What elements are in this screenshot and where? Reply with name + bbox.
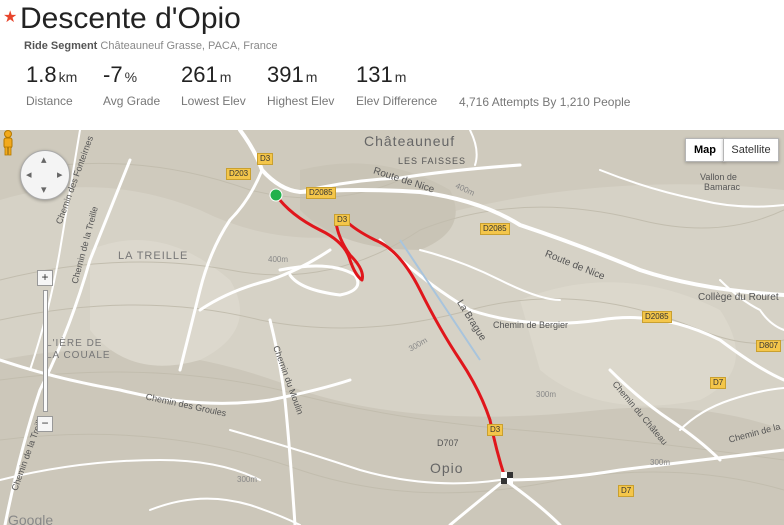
stat-unit: m [219, 69, 232, 85]
road-number: D807 [756, 340, 782, 352]
zoom-out-button[interactable]: − [37, 416, 53, 432]
segment-title: Descente d'Opio [20, 2, 241, 35]
place-label: Opio [430, 460, 464, 476]
place-label: LES FAISSES [398, 156, 467, 166]
stat-highest-elev: 391 m Highest Elev [267, 62, 334, 108]
road-number: D3 [257, 153, 274, 165]
road-number: D707 [437, 438, 459, 448]
place-label: Bamarac [704, 182, 741, 192]
road-number: D203 [226, 168, 252, 180]
google-logo[interactable]: Google [8, 512, 53, 525]
stat-avg-grade: -7% Avg Grade [103, 62, 160, 108]
pan-down-icon[interactable]: ▾ [41, 183, 47, 196]
place-label: Châteauneuf [364, 133, 456, 149]
road-number: D3 [334, 214, 351, 226]
contour-label: 300m [237, 475, 258, 484]
road-number: D2085 [306, 187, 336, 199]
zoom-slider[interactable] [43, 290, 48, 412]
map-type-map-button[interactable]: Map [685, 138, 725, 162]
pan-up-icon[interactable]: ▴ [41, 153, 47, 166]
segment-subtitle: Ride Segment Châteauneuf Grasse, PACA, F… [24, 40, 278, 52]
stat-value: -7 [103, 62, 123, 87]
stat-label: Lowest Elev [181, 94, 246, 108]
stat-label: Highest Elev [267, 94, 335, 108]
segment-header: ★ Descente d'Opio Ride Segment Châteaune… [0, 0, 784, 130]
stat-unit: m [394, 69, 407, 85]
segment-type: Ride Segment [24, 40, 98, 52]
stat-value: 261 [181, 62, 218, 87]
pan-left-icon[interactable]: ◂ [26, 168, 32, 181]
zoom-in-button[interactable]: + [37, 270, 53, 286]
contour-label: 300m [536, 390, 557, 399]
finish-flag-icon[interactable] [501, 472, 513, 484]
stat-distance: 1.8 km Distance [26, 62, 78, 108]
attempts-count: 4,716 Attempts By 1,210 People [459, 95, 631, 109]
stat-unit: % [124, 69, 138, 85]
stat-value: 131 [356, 62, 393, 87]
contour-label: 400m [268, 255, 289, 264]
place-label: LA COUALE [46, 350, 111, 361]
place-label: L'IÈRE DE [46, 338, 103, 349]
stat-unit: km [58, 69, 78, 85]
stat-unit: m [305, 69, 318, 85]
place-label: Collège du Rouret [698, 292, 779, 303]
road-number: D7 [710, 377, 727, 389]
pan-right-icon[interactable]: ▸ [57, 168, 63, 181]
road-number: D2085 [642, 311, 672, 323]
star-icon[interactable]: ★ [3, 7, 17, 27]
stat-elev-difference: 131 m Elev Difference [356, 62, 437, 108]
place-label: Vallon de [700, 172, 737, 182]
pegman-icon[interactable] [0, 130, 16, 156]
stat-lowest-elev: 261 m Lowest Elev [181, 62, 246, 108]
start-marker-icon[interactable] [269, 188, 283, 202]
road-number: D2085 [480, 223, 510, 235]
road-label: Chemin de Bergier [493, 320, 569, 330]
stat-label: Distance [26, 94, 73, 108]
contour-label: 300m [650, 458, 671, 467]
road-number: D7 [618, 485, 635, 497]
stat-label: Elev Difference [356, 94, 438, 108]
stat-label: Avg Grade [103, 94, 161, 108]
segment-location: Châteauneuf Grasse, PACA, France [100, 40, 278, 52]
stat-value: 391 [267, 62, 304, 87]
place-label: LA TREILLE [118, 250, 189, 262]
pan-control[interactable]: ▴ ▾ ◂ ▸ [20, 150, 70, 200]
stat-value: 1.8 [26, 62, 57, 87]
map-type-satellite-button[interactable]: Satellite [723, 138, 779, 162]
road-number: D3 [487, 424, 504, 436]
segment-map[interactable]: Châteauneuf LES FAISSES LA TREILLE L'IÈR… [0, 130, 784, 525]
